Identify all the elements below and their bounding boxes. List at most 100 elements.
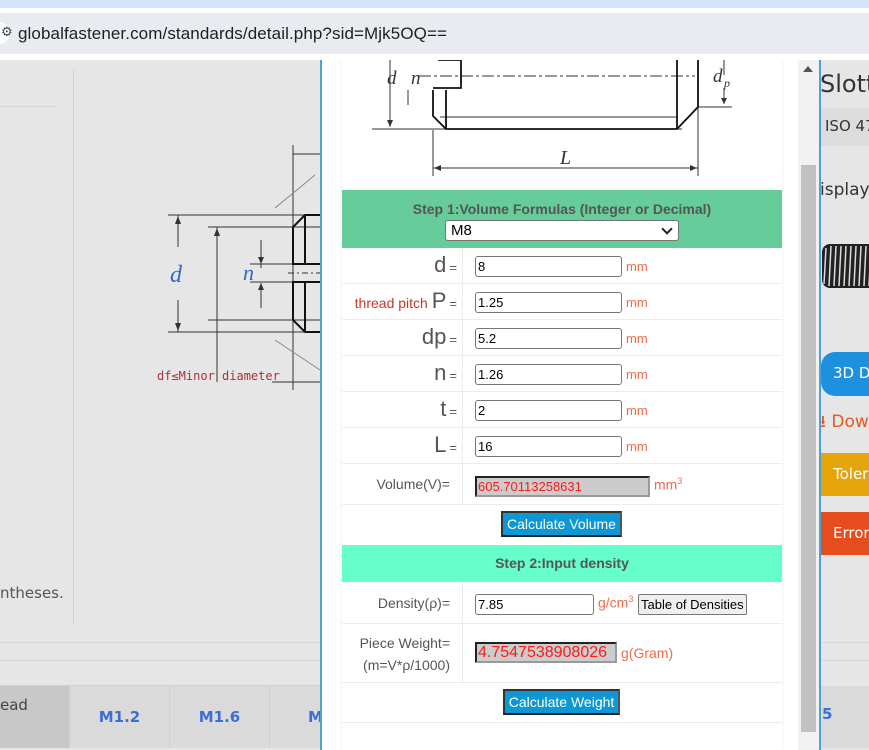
field-value-cell: 1.26 mm	[464, 356, 782, 391]
weight-result[interactable]: 4.7547538908026	[475, 642, 617, 663]
volume-result[interactable]: 605.70113258631	[475, 476, 650, 497]
page-title: Slott	[820, 70, 869, 98]
diagram-d-label: d	[387, 68, 397, 89]
divider	[0, 106, 56, 107]
url-text[interactable]: globalfastener.com/standards/detail.php?…	[18, 24, 447, 44]
table-of-densities-button[interactable]: Table of Densities	[638, 594, 747, 615]
field-label: n =	[342, 356, 463, 391]
field-name: t	[440, 396, 447, 421]
density-unit: g/cm3	[598, 594, 633, 611]
error-button[interactable]: Error	[821, 512, 869, 555]
field-row-dp: dp = 5.2 mm	[342, 320, 782, 356]
field-label: dp =	[342, 320, 463, 355]
divider	[73, 70, 74, 625]
field-eq: =	[449, 260, 457, 275]
scrollbar-thumb[interactable]	[801, 165, 816, 732]
field-value-cell: 8 mm	[464, 248, 782, 283]
weight-formula: (m=V*ρ/1000)	[363, 657, 450, 673]
size-link[interactable]: 5	[822, 705, 832, 723]
row-divider	[821, 642, 869, 643]
volume-label-cell: Volume(V)=	[342, 464, 463, 504]
unit-label: mm	[626, 259, 648, 274]
calculate-weight-row: Calculate Weight	[342, 683, 782, 723]
thread-pitch-prefix: thread pitch	[354, 295, 432, 311]
minor-diameter-note: df≤Minor diameter	[157, 369, 280, 383]
field-value-cell: 2 mm	[464, 392, 782, 427]
parentheses-text: ntheses.	[0, 584, 64, 602]
field-name: L	[434, 432, 447, 457]
unit-label: mm	[626, 367, 648, 382]
unit-label: mm	[626, 439, 648, 454]
standard-badge: ISO 47	[820, 108, 869, 146]
row-divider	[0, 642, 330, 643]
field-eq: =	[449, 332, 457, 347]
d-label: d	[170, 262, 183, 288]
weight-unit: g(Gram)	[621, 645, 674, 661]
size-link-m1-2[interactable]: M1.2	[69, 686, 169, 748]
download-link[interactable]: ⭳ Dow	[820, 409, 869, 438]
diagram-dp-subscript: p	[723, 76, 730, 90]
density-value-cell: 7.85 g/cm3 Table of Densities	[464, 582, 782, 623]
field-name: dp	[421, 324, 447, 349]
field-name: d	[434, 252, 447, 277]
size-select[interactable]: M8	[445, 220, 679, 241]
scroll-up-arrow-icon[interactable]	[803, 66, 813, 72]
3d-download-button[interactable]: 3D D	[821, 352, 869, 396]
L-input[interactable]: 16	[475, 436, 622, 457]
volume-row: Volume(V)= 605.70113258631 mm3	[342, 464, 782, 505]
diagram-n-label: n	[411, 68, 421, 89]
field-label: L =	[342, 428, 463, 463]
field-row-d: d = 8 mm	[342, 248, 782, 284]
screw-dimension-drawing: d n d p L	[372, 60, 732, 176]
density-input[interactable]: 7.85	[475, 594, 594, 615]
field-row-L: L = 16 mm	[342, 428, 782, 464]
d-input[interactable]: 8	[475, 256, 622, 277]
field-label: d =	[342, 248, 463, 283]
calculate-weight-button[interactable]: Calculate Weight	[503, 689, 620, 715]
volume-unit-sup: 3	[677, 476, 683, 486]
density-label-cell: Density(ρ)=	[342, 582, 463, 623]
volume-label: Volume(V)=	[376, 476, 450, 492]
n-input[interactable]: 1.26	[475, 364, 622, 385]
field-row-t: t = 2 mm	[342, 392, 782, 428]
step1-header: Step 1:Volume Formulas (Integer or Decim…	[342, 190, 782, 248]
t-input[interactable]: 2	[475, 400, 622, 421]
unit-label: mm	[626, 403, 648, 418]
weight-row: Piece Weight= (m=V*ρ/1000) 4.75475389080…	[342, 624, 782, 683]
unit-label: mm	[626, 295, 648, 310]
chevron-down-icon	[661, 223, 673, 235]
diagram-L-label: L	[559, 147, 571, 169]
dp-input[interactable]: 5.2	[475, 328, 622, 349]
step1-title: Step 1:Volume Formulas (Integer or Decim…	[412, 201, 712, 217]
unit-label: mm	[626, 331, 648, 346]
step2-header: Step 2:Input density	[342, 545, 782, 582]
popup-scrollbar[interactable]	[798, 60, 819, 750]
pitch-input[interactable]: 1.25	[475, 292, 622, 313]
tolerance-button[interactable]: Toler	[821, 453, 869, 496]
popup-border	[819, 60, 821, 750]
density-unit-sup: 3	[628, 594, 634, 604]
row-divider	[821, 660, 869, 661]
display-heading: isplay	[820, 180, 869, 200]
volume-unit-text: mm	[654, 476, 678, 493]
row-divider	[0, 660, 330, 661]
field-name: n	[434, 360, 447, 385]
calculate-volume-button[interactable]: Calculate Volume	[501, 511, 622, 537]
screw-image	[822, 244, 869, 288]
field-eq: =	[449, 296, 457, 311]
density-row: Density(ρ)= 7.85 g/cm3 Table of Densitie…	[342, 582, 782, 624]
calculate-volume-row: Calculate Volume	[342, 505, 782, 545]
field-eq: =	[449, 404, 457, 419]
volume-unit: mm3	[654, 476, 682, 493]
field-name: P	[431, 288, 447, 313]
field-label: thread pitch P =	[342, 284, 463, 319]
field-eq: =	[449, 440, 457, 455]
field-eq: =	[449, 368, 457, 383]
size-link-m1-6[interactable]: M1.6	[169, 686, 269, 748]
field-value-cell: 5.2 mm	[464, 320, 782, 355]
weight-calculator-popup: d n d p L Step 1:Volume Formulas (Intege…	[322, 60, 819, 750]
field-value-cell: 16 mm	[464, 428, 782, 463]
weight-label: Piece Weight=	[359, 635, 450, 651]
weight-label-cell: Piece Weight= (m=V*ρ/1000)	[342, 624, 463, 682]
thread-header-label: ead	[0, 696, 28, 714]
